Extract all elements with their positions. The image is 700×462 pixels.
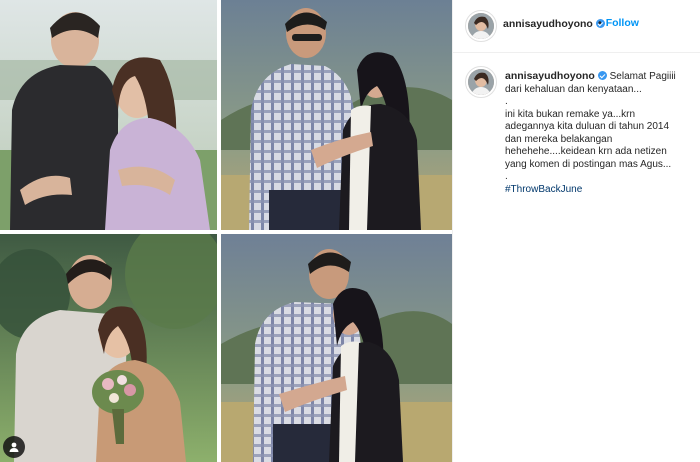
follow-button[interactable]: Follow bbox=[606, 17, 639, 29]
photo-top-left-image bbox=[0, 0, 217, 230]
caption-avatar-image bbox=[468, 69, 494, 95]
caption-text: annisayudhoyono Selamat Pagiiii dari keh… bbox=[505, 70, 695, 196]
post-image-collage[interactable] bbox=[0, 0, 452, 462]
caption-line: dari kehaluan dan kenyataan... bbox=[505, 83, 642, 95]
avatar-photo bbox=[468, 13, 494, 39]
user-tag-icon[interactable] bbox=[3, 436, 25, 458]
post-header: annisayudhoyono • Follow bbox=[453, 0, 700, 53]
caption-line: adegannya kita duluan di tahun 2014 bbox=[505, 121, 670, 132]
follow-area: • Follow bbox=[598, 17, 639, 29]
photo-top-right-image bbox=[221, 0, 452, 230]
caption-avatar-photo bbox=[468, 69, 494, 95]
user-tag-glyph bbox=[9, 442, 19, 452]
caption-line: . bbox=[505, 96, 508, 107]
separator-dot: • bbox=[598, 17, 602, 29]
photo-bottom-left-image bbox=[0, 234, 217, 462]
hashtag-link[interactable]: #ThrowBackJune bbox=[505, 184, 695, 197]
photo-bottom-right bbox=[221, 234, 452, 462]
caption-line: yang komen di postingan mas Agus... bbox=[505, 158, 672, 170]
photo-bottom-left bbox=[0, 234, 217, 462]
photo-top-left bbox=[0, 0, 217, 230]
caption-username[interactable]: annisayudhoyono bbox=[505, 70, 595, 82]
caption-line: dan mereka belakangan bbox=[505, 133, 613, 145]
header-username-text[interactable]: annisayudhoyono bbox=[503, 18, 593, 30]
caption-verified-badge-icon bbox=[597, 71, 607, 80]
avatar-image bbox=[468, 13, 494, 39]
grid-divider-horizontal bbox=[0, 230, 452, 234]
post-details-panel: annisayudhoyono • Follow annisayudhoyono … bbox=[452, 0, 700, 462]
photo-bottom-right-image bbox=[221, 234, 452, 462]
caption-avatar[interactable] bbox=[465, 66, 497, 98]
caption-first-line: annisayudhoyono Selamat Pagiiii bbox=[505, 70, 695, 84]
caption-line: . bbox=[505, 171, 508, 182]
caption-line: hehehehe....keidean krn ada netizen bbox=[505, 146, 667, 157]
avatar[interactable] bbox=[465, 10, 497, 42]
caption-greeting: Selamat Pagiiii bbox=[609, 71, 676, 82]
photo-top-right bbox=[221, 0, 452, 230]
header-username[interactable]: annisayudhoyono bbox=[503, 18, 605, 30]
caption-line: ini kita bukan remake ya...krn bbox=[505, 108, 636, 120]
